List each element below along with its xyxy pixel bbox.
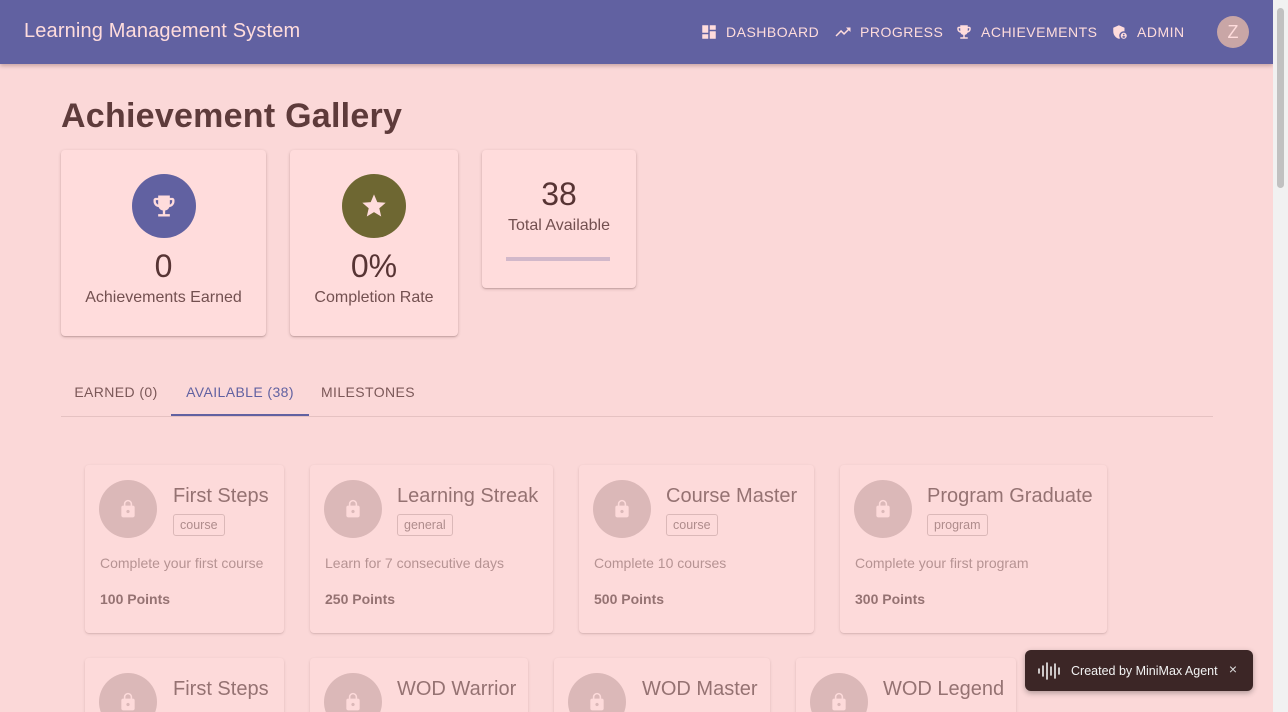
page-title: Achievement Gallery [61,97,403,135]
trophy-icon [957,25,971,39]
achievement-tabs: EARNED (0) AVAILABLE (38) MILESTONES [61,368,1213,417]
achievement-title: WOD Warrior [397,678,517,700]
achievement-title: Learning Streak [397,485,539,507]
lock-icon [593,480,651,538]
app-title: Learning Management System [24,20,301,42]
nav-admin-label: ADMIN [1137,24,1185,40]
achievement-title: WOD Master [642,678,758,700]
achievement-card[interactable]: WOD Legend [796,658,1016,712]
toast-close-button[interactable]: × [1229,661,1237,677]
dashboard-icon [702,25,716,39]
achievement-description: Learn for 7 consecutive days [325,555,504,571]
achievement-card[interactable]: Course Master course Complete 10 courses… [579,465,814,633]
stat-total-value: 38 [541,176,577,212]
nav-progress-button[interactable]: PROGRESS [826,16,951,48]
tab-milestones[interactable]: MILESTONES [309,368,427,416]
stat-card-earned: 0 Achievements Earned [61,150,266,336]
achievement-category-chip[interactable]: course [173,514,225,536]
achievement-description: Complete 10 courses [594,555,727,571]
waveform-logo-icon [1038,661,1060,680]
scrollbar-thumb[interactable] [1277,8,1284,188]
achievement-card[interactable]: WOD Warrior [310,658,528,712]
achievement-card[interactable]: Learning Streak general Learn for 7 cons… [310,465,553,633]
tab-available[interactable]: AVAILABLE (38) [171,368,309,416]
achievement-description: Complete your first course [100,555,264,571]
stat-completion-label: Completion Rate [314,289,434,306]
lock-icon [99,480,157,538]
lock-icon [568,673,626,712]
nav-progress-label: PROGRESS [860,24,944,40]
achievement-points: 300 Points [855,591,926,607]
nav-dashboard-button[interactable]: DASHBOARD [692,16,827,48]
achievement-title: First Steps [173,678,269,700]
main-content: Achievement Gallery 0 Achievements Earne… [0,64,1273,712]
nav-achievements-label: ACHIEVEMENTS [981,24,1098,40]
total-progress-bar [506,257,610,261]
achievement-title: WOD Legend [883,678,1005,700]
minimax-toast: Created by MiniMax Agent × [1025,650,1253,691]
achievement-category-chip[interactable]: course [666,514,718,536]
achievement-points: 250 Points [325,591,396,607]
nav-dashboard-label: DASHBOARD [726,24,820,40]
stat-card-completion: 0% Completion Rate [290,150,458,336]
toast-text: Created by MiniMax Agent [1071,663,1218,678]
achievement-card[interactable]: WOD Master [554,658,770,712]
lock-icon [854,480,912,538]
active-tab-indicator [171,414,309,416]
achievement-description: Complete your first program [855,555,1029,571]
achievement-points: 100 Points [100,591,171,607]
stat-earned-value: 0 [154,248,173,284]
achievement-card[interactable]: First Steps [85,658,284,712]
admin-shield-icon [1113,25,1127,39]
achievement-title: First Steps [173,485,269,507]
trophy-icon [131,174,196,238]
stat-total-label: Total Available [508,217,610,234]
lock-icon [99,673,157,712]
stat-card-total: 38 Total Available [482,150,636,288]
nav-admin-button[interactable]: ADMIN [1103,16,1193,48]
achievement-card[interactable]: Program Graduate program Complete your f… [840,465,1107,633]
user-avatar-button[interactable]: Z [1217,16,1249,48]
app-bar: Learning Management System DASHBOARD PRO… [0,0,1273,64]
achievement-card[interactable]: First Steps course Complete your first c… [85,465,284,633]
lock-icon [324,480,382,538]
stat-completion-value: 0% [350,248,398,284]
tab-earned[interactable]: EARNED (0) [61,368,171,416]
star-icon [342,174,406,238]
achievement-category-chip[interactable]: general [397,514,453,536]
achievement-category-chip[interactable]: program [927,514,988,536]
achievement-points: 500 Points [594,591,665,607]
page-scrollbar[interactable] [1273,0,1288,712]
achievement-title: Course Master [666,485,798,507]
stat-earned-label: Achievements Earned [85,289,242,306]
trending-up-icon [835,27,851,37]
nav-achievements-button[interactable]: ACHIEVEMENTS [947,16,1105,48]
lock-icon [810,673,868,712]
achievement-title: Program Graduate [927,485,1093,507]
lock-icon [324,673,382,712]
